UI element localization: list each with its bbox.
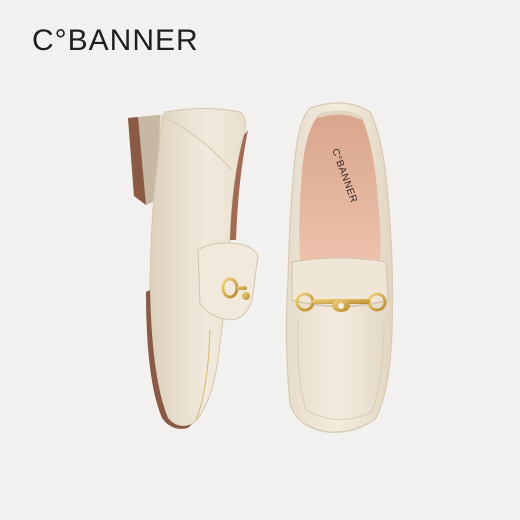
right-shoe-vamp xyxy=(291,257,389,307)
left-shoe-strap xyxy=(197,242,259,321)
right-shoe-top-view: C°BANNER xyxy=(285,102,394,433)
loafers-photo: C°BANNER xyxy=(128,102,394,433)
left-shoe-side-view xyxy=(128,108,259,429)
product-photo-stage: C°BANNER C°BANNER xyxy=(0,0,520,520)
